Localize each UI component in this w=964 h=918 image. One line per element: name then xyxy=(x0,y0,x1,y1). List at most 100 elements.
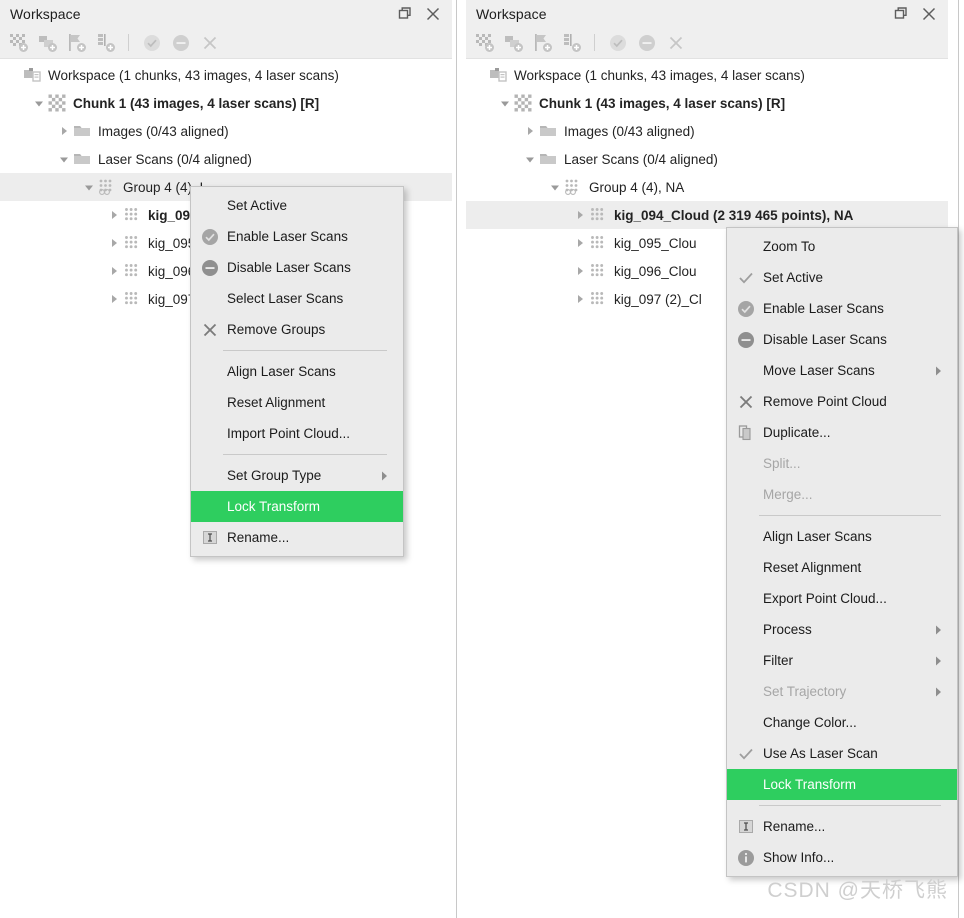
tree-row[interactable]: Chunk 1 (43 images, 4 laser scans) [R] xyxy=(0,89,452,117)
close-icon[interactable] xyxy=(920,5,938,23)
menu-icon-placeholder xyxy=(197,496,223,518)
chevron-right-icon[interactable] xyxy=(56,117,72,145)
menu-item-lock-transform[interactable]: Lock Transform xyxy=(191,491,403,522)
add-chunk-group-icon[interactable] xyxy=(35,31,61,55)
menu-item-align-laser-scans[interactable]: Align Laser Scans xyxy=(191,356,403,387)
chevron-down-icon[interactable] xyxy=(81,173,97,201)
menu-item-rename[interactable]: Rename... xyxy=(191,522,403,553)
menu-item-rename[interactable]: Rename... xyxy=(727,811,957,842)
tree-row-label: kig_095_Clou xyxy=(614,235,697,251)
menu-item-use-as-laser-scan[interactable]: Use As Laser Scan xyxy=(727,738,957,769)
tree-row[interactable]: Group 4 (4), NA xyxy=(466,173,948,201)
menu-item-reset-alignment[interactable]: Reset Alignment xyxy=(727,552,957,583)
context-menu-point-cloud[interactable]: Zoom To Set Active Enable Laser Scans Disab… xyxy=(726,227,958,877)
tree-row[interactable]: Workspace (1 chunks, 43 images, 4 laser … xyxy=(0,61,452,89)
menu-item-set-active[interactable]: Set Active xyxy=(191,190,403,221)
menu-item-process[interactable]: Process xyxy=(727,614,957,645)
menu-item-export-point-cloud[interactable]: Export Point Cloud... xyxy=(727,583,957,614)
chevron-down-icon[interactable] xyxy=(497,89,513,117)
chevron-down-icon[interactable] xyxy=(547,173,563,201)
close-icon[interactable] xyxy=(424,5,442,23)
menu-item-label: Disable Laser Scans xyxy=(763,332,887,347)
menu-item-label: Lock Transform xyxy=(227,499,321,514)
menu-icon-placeholder xyxy=(733,360,759,382)
chevron-right-icon[interactable] xyxy=(106,257,122,285)
add-scale-bar-icon[interactable] xyxy=(93,31,119,55)
check-icon xyxy=(733,267,759,289)
folder-icon xyxy=(72,122,91,141)
remove-icon xyxy=(663,31,689,55)
menu-item-label: Split... xyxy=(763,456,801,471)
tree-row[interactable]: Workspace (1 chunks, 43 images, 4 laser … xyxy=(466,61,948,89)
tree-row-label: Chunk 1 (43 images, 4 laser scans) [R] xyxy=(73,95,320,111)
menu-icon-placeholder xyxy=(733,588,759,610)
menu-item-filter[interactable]: Filter xyxy=(727,645,957,676)
menu-icon-placeholder xyxy=(733,619,759,641)
remove-icon xyxy=(197,31,223,55)
chevron-right-icon[interactable] xyxy=(572,257,588,285)
add-marker-icon[interactable] xyxy=(530,31,556,55)
menu-item-set-active[interactable]: Set Active xyxy=(727,262,957,293)
x-icon xyxy=(197,319,223,341)
menu-item-change-color[interactable]: Change Color... xyxy=(727,707,957,738)
menu-item-label: Duplicate... xyxy=(763,425,831,440)
chevron-right-icon[interactable] xyxy=(106,201,122,229)
menu-item-disable-laser-scans[interactable]: Disable Laser Scans xyxy=(727,324,957,355)
restore-icon[interactable] xyxy=(396,5,414,23)
chevron-right-icon[interactable] xyxy=(572,201,588,229)
submenu-arrow-icon xyxy=(933,686,943,698)
menu-item-import-point-cloud[interactable]: Import Point Cloud... xyxy=(191,418,403,449)
chevron-down-icon[interactable] xyxy=(56,145,72,173)
chevron-right-icon[interactable] xyxy=(106,285,122,313)
add-chunk-icon[interactable] xyxy=(6,31,32,55)
cloud-icon xyxy=(588,206,607,225)
menu-item-reset-alignment[interactable]: Reset Alignment xyxy=(191,387,403,418)
menu-item-disable-laser-scans[interactable]: Disable Laser Scans xyxy=(191,252,403,283)
tree-row-label: Laser Scans (0/4 aligned) xyxy=(564,151,718,167)
menu-item-label: Use As Laser Scan xyxy=(763,746,878,761)
group-icon xyxy=(563,178,582,197)
menu-separator xyxy=(223,454,387,455)
tree-row[interactable]: Images (0/43 aligned) xyxy=(466,117,948,145)
titlebar-left: Workspace xyxy=(0,0,452,27)
add-chunk-icon[interactable] xyxy=(472,31,498,55)
menu-item-show-info[interactable]: Show Info... xyxy=(727,842,957,873)
tree-row[interactable]: Images (0/43 aligned) xyxy=(0,117,452,145)
chevron-right-icon[interactable] xyxy=(106,229,122,257)
menu-item-move-laser-scans[interactable]: Move Laser Scans xyxy=(727,355,957,386)
info-icon xyxy=(733,847,759,869)
rename-icon xyxy=(197,527,223,549)
menu-item-label: Set Group Type xyxy=(227,468,322,483)
menu-item-remove-groups[interactable]: Remove Groups xyxy=(191,314,403,345)
menu-item-align-laser-scans[interactable]: Align Laser Scans xyxy=(727,521,957,552)
tree-row-label: Images (0/43 aligned) xyxy=(98,123,229,139)
menu-item-zoom-to[interactable]: Zoom To xyxy=(727,231,957,262)
tree-arrow-placeholder xyxy=(6,61,22,89)
add-scale-bar-icon[interactable] xyxy=(559,31,585,55)
menu-item-duplicate[interactable]: Duplicate... xyxy=(727,417,957,448)
tree-row[interactable]: kig_094_Cloud (2 319 465 points), NA xyxy=(466,201,948,229)
chevron-right-icon[interactable] xyxy=(522,117,538,145)
menu-icon-placeholder xyxy=(733,236,759,258)
add-chunk-group-icon[interactable] xyxy=(501,31,527,55)
tree-row[interactable]: Laser Scans (0/4 aligned) xyxy=(466,145,948,173)
chevron-down-icon[interactable] xyxy=(31,89,47,117)
add-marker-icon[interactable] xyxy=(64,31,90,55)
menu-item-enable-laser-scans[interactable]: Enable Laser Scans xyxy=(727,293,957,324)
menu-item-enable-laser-scans[interactable]: Enable Laser Scans xyxy=(191,221,403,252)
tree-row[interactable]: Chunk 1 (43 images, 4 laser scans) [R] xyxy=(466,89,948,117)
menu-item-label: Enable Laser Scans xyxy=(763,301,884,316)
menu-item-set-group-type[interactable]: Set Group Type xyxy=(191,460,403,491)
restore-icon[interactable] xyxy=(892,5,910,23)
chunk-icon xyxy=(47,94,66,113)
chevron-down-icon[interactable] xyxy=(522,145,538,173)
chevron-right-icon[interactable] xyxy=(572,285,588,313)
menu-item-select-laser-scans[interactable]: Select Laser Scans xyxy=(191,283,403,314)
cloud-icon xyxy=(122,290,141,309)
menu-separator xyxy=(759,805,941,806)
context-menu-group[interactable]: Set Active Enable Laser Scans Disable Lase… xyxy=(190,186,404,557)
chevron-right-icon[interactable] xyxy=(572,229,588,257)
tree-row[interactable]: Laser Scans (0/4 aligned) xyxy=(0,145,452,173)
menu-item-remove-point-cloud[interactable]: Remove Point Cloud xyxy=(727,386,957,417)
menu-item-lock-transform[interactable]: Lock Transform xyxy=(727,769,957,800)
